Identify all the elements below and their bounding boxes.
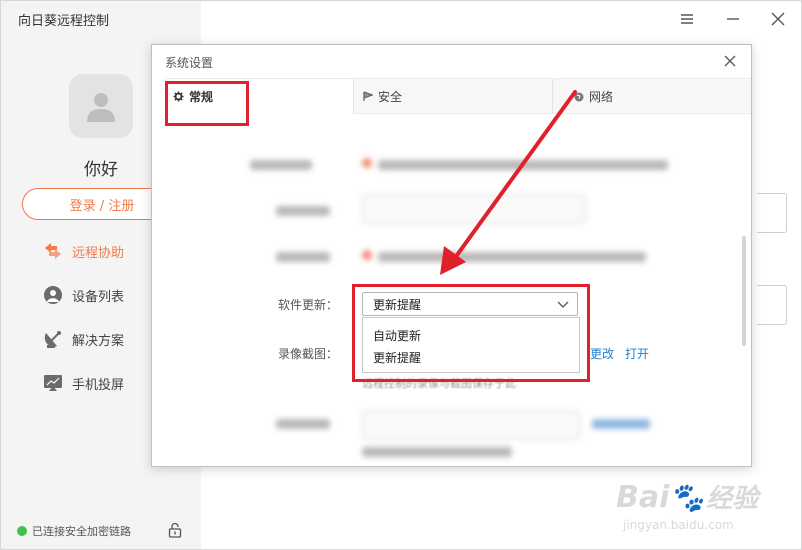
watermark-brand: Bai🐾经验 (616, 480, 759, 515)
paw-icon: 🐾 (669, 481, 705, 514)
watermark-url: jingyan.baidu.com (623, 518, 734, 532)
annotation-arrow (440, 90, 577, 275)
